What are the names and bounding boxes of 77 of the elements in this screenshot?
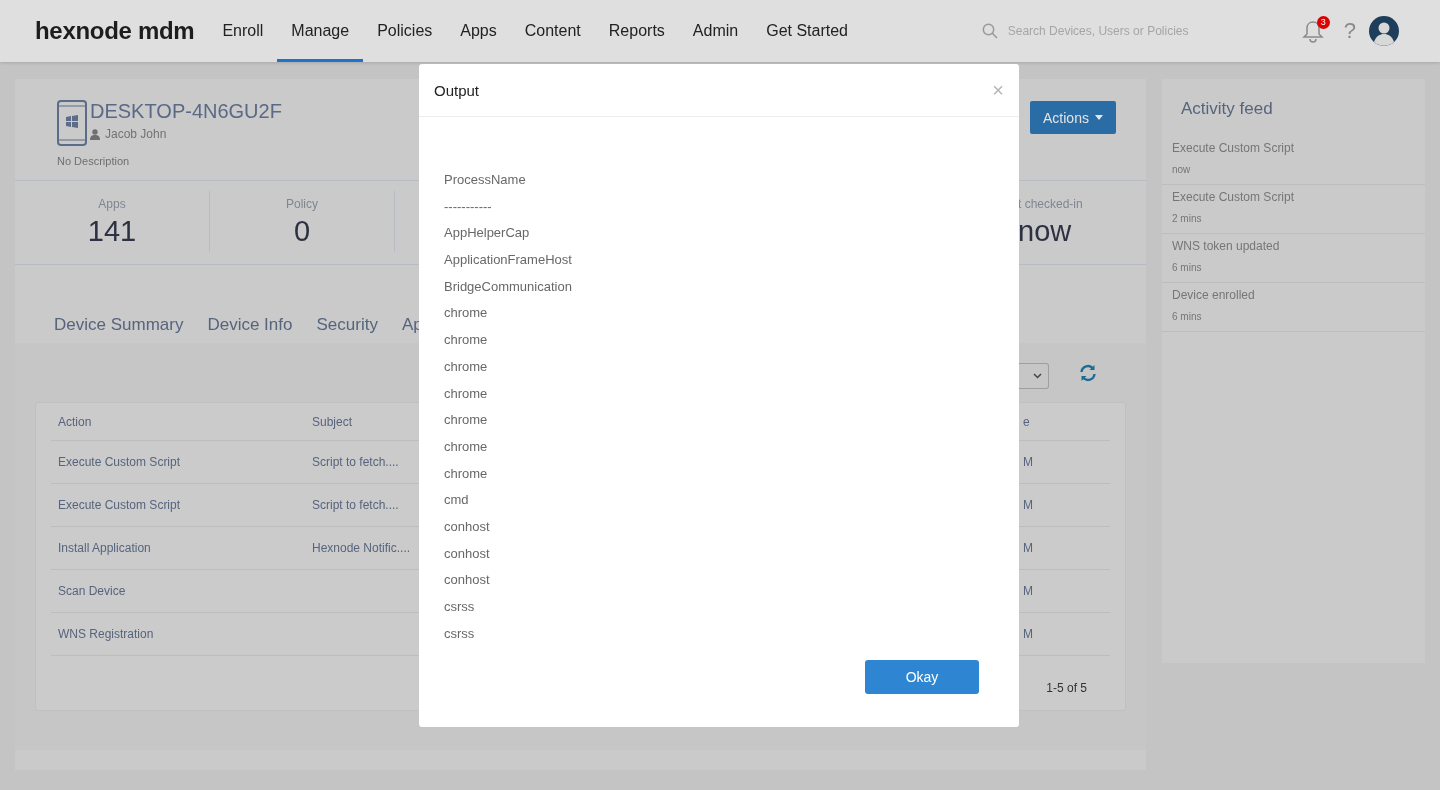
output-line: chrome <box>444 437 488 456</box>
stat-value: 141 <box>87 215 137 248</box>
caret-icon <box>1094 115 1103 120</box>
table-cell: Script to fetch.... <box>312 455 399 469</box>
activity-title: Device enrolled <box>1172 288 1256 302</box>
output-line: conhost <box>444 544 490 563</box>
tab[interactable]: Device Info <box>207 315 293 335</box>
table-cell: M <box>1023 627 1033 641</box>
tab[interactable]: Security <box>316 315 378 335</box>
output-line: csrss <box>444 624 475 643</box>
nav-item[interactable]: Policies <box>363 0 447 62</box>
table-cell: Execute Custom Script <box>58 498 181 512</box>
output-line: conhost <box>444 571 490 590</box>
output-line: chrome <box>444 304 488 323</box>
activity-time: 2 mins <box>1172 213 1203 224</box>
device-name: DESKTOP-4N6GU2F <box>90 100 282 123</box>
tab[interactable]: Device Summary <box>54 315 184 335</box>
activity-time: 6 mins <box>1172 262 1203 273</box>
output-line: ProcessName <box>444 171 526 189</box>
output-line: AppHelperCap <box>444 224 530 243</box>
table-cell: Script to fetch.... <box>312 498 399 512</box>
output-line: ApplicationFrameHost <box>444 251 572 270</box>
output-line: chrome <box>444 357 488 376</box>
table-cell: Scan Device <box>58 584 126 598</box>
table-cell: Install Application <box>58 541 151 555</box>
output-line: chrome <box>444 331 488 350</box>
column-header: e <box>1023 414 1030 429</box>
nav-item[interactable]: Content <box>510 0 595 62</box>
chevron-down-icon <box>1033 373 1042 379</box>
table-cell: Hexnode Notific.... <box>312 541 411 555</box>
actions-button[interactable]: Actions <box>1030 101 1116 134</box>
table-cell: M <box>1023 584 1033 598</box>
output-line: chrome <box>444 464 488 483</box>
dialog-title: Output <box>434 81 480 99</box>
card-title: Activity feed <box>1180 98 1274 120</box>
nav-item[interactable]: Enroll <box>208 0 278 62</box>
activity-time: now <box>1172 164 1192 175</box>
table-cell: M <box>1023 541 1033 555</box>
stat-value: 0 <box>293 215 311 248</box>
bell-icon[interactable] <box>1301 19 1324 43</box>
output-line: BridgeCommunication <box>444 277 572 296</box>
user-icon <box>90 128 100 140</box>
nav-item[interactable]: Admin <box>678 0 753 62</box>
output-line: conhost <box>444 517 490 536</box>
table-cell: WNS Registration <box>58 627 154 641</box>
activity-title: WNS token updated <box>1172 239 1281 253</box>
logo[interactable]: hexnode mdm <box>35 17 195 45</box>
table-cell: Execute Custom Script <box>58 455 181 469</box>
activity-title: Execute Custom Script <box>1172 190 1296 204</box>
search-field[interactable]: Search Devices, Users or Policies <box>981 23 1282 39</box>
stat-label: Apps <box>98 197 126 211</box>
table-cell: M <box>1023 455 1033 469</box>
output-line: chrome <box>444 384 488 403</box>
nav-item[interactable]: Apps <box>446 0 511 62</box>
pagination-text: 1-5 of 5 <box>1046 681 1087 695</box>
notification-badge: 3 <box>1316 16 1330 29</box>
output-line: ----------- <box>444 197 492 216</box>
nav-item[interactable]: Get Started <box>752 0 862 62</box>
okay-button[interactable]: Okay <box>865 660 979 695</box>
column-header: Action <box>58 414 92 429</box>
device-description: No Description <box>57 155 130 167</box>
stat-value: now <box>1018 215 1072 248</box>
output-line: csrss <box>444 598 475 616</box>
table-cell: M <box>1023 498 1033 512</box>
output-line: cmd <box>444 491 469 510</box>
nav-item[interactable]: Manage <box>277 0 364 62</box>
tablet-icon <box>57 100 87 146</box>
activity-title: Execute Custom Script <box>1172 141 1296 155</box>
activity-time: 6 mins <box>1172 311 1203 322</box>
column-header: Subject <box>312 414 353 429</box>
stat-label: Policy <box>286 197 318 211</box>
user-name: Jacob John <box>105 127 167 141</box>
output-line: chrome <box>444 411 488 430</box>
nav-item[interactable]: Reports <box>594 0 679 62</box>
refresh-icon[interactable] <box>1079 364 1097 382</box>
avatar-icon[interactable] <box>1369 16 1399 46</box>
search-icon <box>981 23 998 39</box>
